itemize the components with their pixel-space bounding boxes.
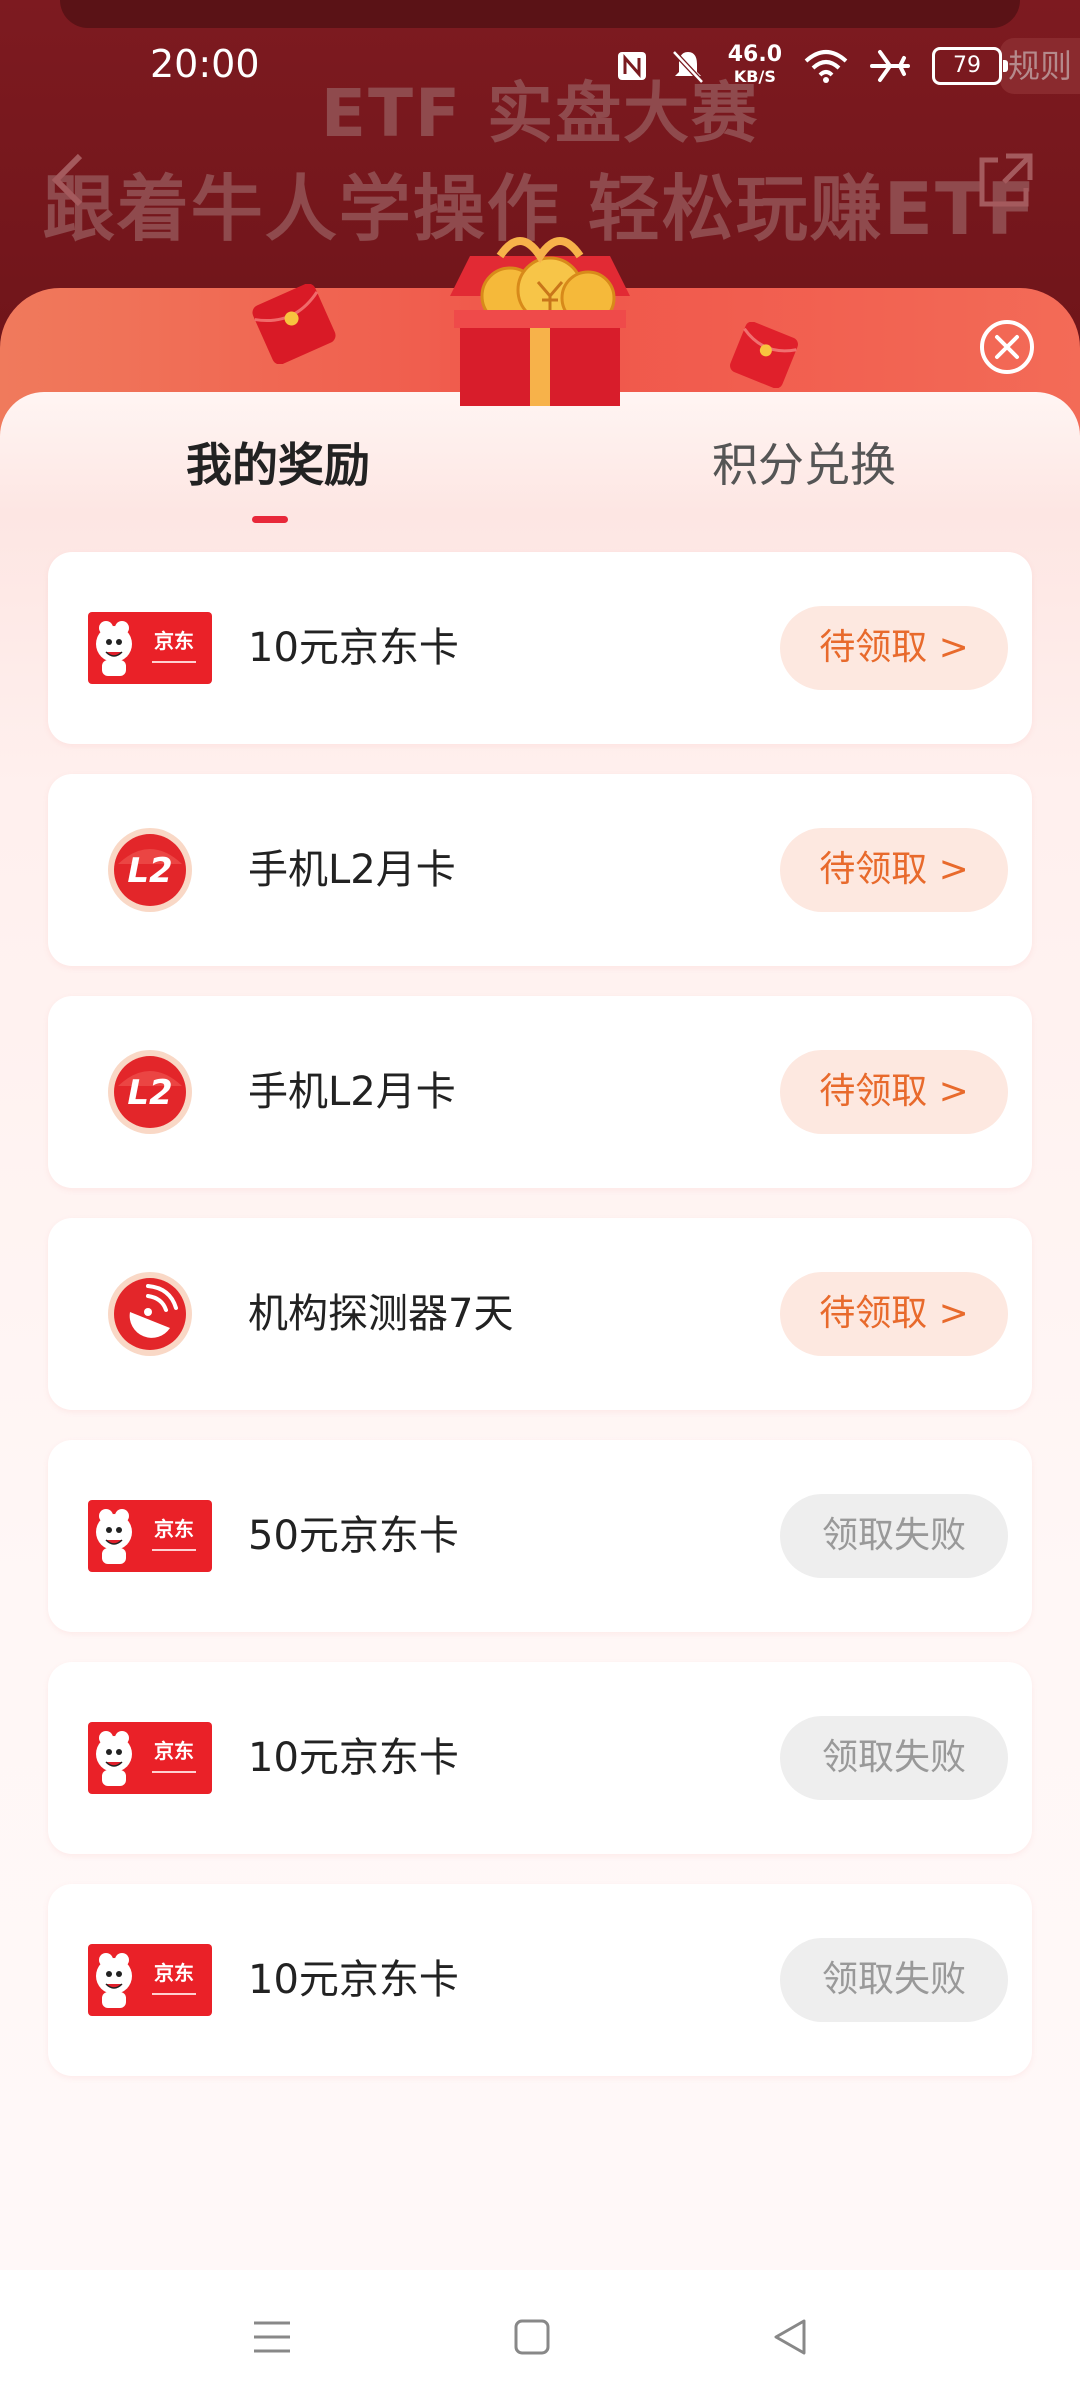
claim-failed-button: 领取失败: [780, 1494, 1008, 1578]
reward-card: 京东 50元京东卡 领取失败: [48, 1440, 1032, 1632]
wifi-icon: [804, 50, 848, 83]
status-time: 20:00: [150, 42, 260, 86]
nfc-icon: [617, 52, 646, 80]
claim-pending-button[interactable]: 待领取 >: [780, 1272, 1008, 1356]
svg-text:京东: 京东: [154, 1961, 194, 1985]
reward-name: 机构探测器7天: [248, 1291, 514, 1337]
back-arrow-icon[interactable]: [48, 150, 88, 210]
speed-unit: KB/S: [733, 67, 776, 86]
gift-box-icon: [450, 237, 630, 406]
battery-indicator: 79: [932, 47, 1008, 85]
claim-pending-button[interactable]: 待领取 >: [780, 606, 1008, 690]
svg-text:京东: 京东: [154, 629, 194, 653]
svg-text:L2: L2: [127, 851, 172, 891]
claim-failed-button: 领取失败: [780, 1716, 1008, 1800]
reward-card: 机构探测器7天 待领取 >: [48, 1218, 1032, 1410]
status-icons: 46.0 KB/S 79: [616, 44, 1008, 88]
menu-icon[interactable]: [250, 2315, 294, 2359]
claim-pending-button[interactable]: 待领取 >: [780, 1050, 1008, 1134]
active-tab-indicator: [252, 516, 288, 523]
red-envelope-icon: [252, 284, 336, 364]
reward-card: 京东 10元京东卡 待领取 >: [48, 552, 1032, 744]
svg-text:京东: 京东: [154, 1739, 194, 1763]
reward-name: 10元京东卡: [248, 1957, 459, 2003]
reward-tabs: 我的奖励 积分兑换: [0, 430, 1080, 530]
l2-badge-icon: L2: [86, 1046, 214, 1138]
svg-text:京东: 京东: [154, 1517, 194, 1541]
status-bar: 20:00 46.0 KB/S 79: [0, 0, 1080, 130]
reward-card: 京东 10元京东卡 领取失败: [48, 1884, 1032, 2076]
reward-name: 10元京东卡: [248, 1735, 459, 1781]
close-icon[interactable]: [978, 318, 1036, 376]
reward-name: 50元京东卡: [248, 1513, 459, 1559]
airplane-icon: [870, 50, 910, 82]
home-square-icon[interactable]: [510, 2315, 554, 2359]
red-envelope-icon: [730, 322, 798, 388]
tab-my-rewards[interactable]: 我的奖励: [186, 430, 370, 500]
reward-name: 手机L2月卡: [248, 847, 456, 893]
share-icon[interactable]: [976, 150, 1036, 210]
speed-value: 46.0: [727, 42, 782, 67]
reward-card: 京东 10元京东卡 领取失败: [48, 1662, 1032, 1854]
jd-card-icon: 京东: [86, 602, 214, 694]
jd-card-icon: 京东: [86, 1712, 214, 1804]
network-speed: 46.0 KB/S: [728, 44, 782, 88]
claim-pending-button[interactable]: 待领取 >: [780, 828, 1008, 912]
reward-card: L2 手机L2月卡 待领取 >: [48, 774, 1032, 966]
jd-card-icon: 京东: [86, 1490, 214, 1582]
reward-name: 10元京东卡: [248, 625, 459, 671]
jd-card-icon: 京东: [86, 1934, 214, 2026]
reward-list: 京东 10元京东卡 待领取 > L2 手机L2月卡 待领取 > L2 手机L2月卡 待领取 > 机…: [48, 552, 1032, 2106]
mute-bell-icon: [671, 50, 704, 84]
back-triangle-icon[interactable]: [768, 2315, 812, 2359]
tab-points-exchange[interactable]: 积分兑换: [712, 430, 896, 500]
radar-detector-icon: [86, 1268, 214, 1360]
reward-card: L2 手机L2月卡 待领取 >: [48, 996, 1032, 1188]
claim-failed-button: 领取失败: [780, 1938, 1008, 2022]
system-navigation-bar: [0, 2270, 1080, 2400]
l2-badge-icon: L2: [86, 824, 214, 916]
svg-text:L2: L2: [127, 1073, 172, 1113]
reward-name: 手机L2月卡: [248, 1069, 456, 1115]
